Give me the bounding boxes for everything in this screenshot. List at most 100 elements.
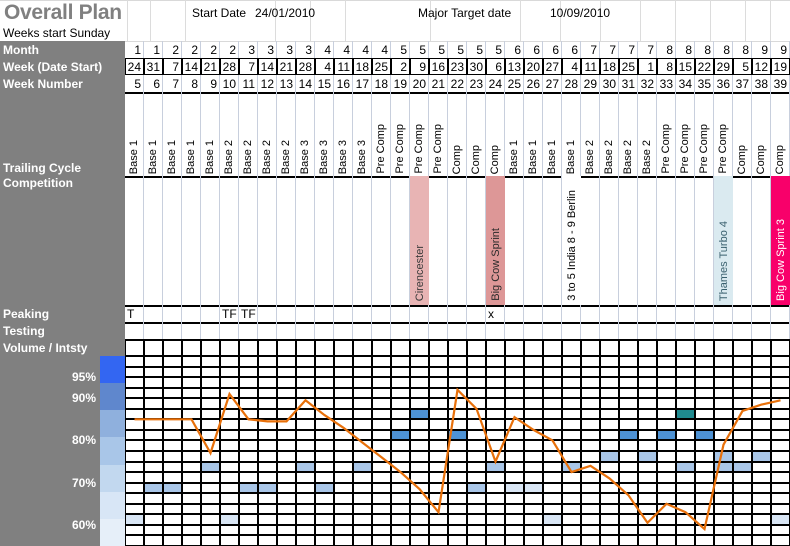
chart-grid-cell (258, 440, 277, 451)
chart-grid-cell (752, 535, 771, 546)
chart-grid-cell (296, 482, 315, 494)
chart-grid-cell (752, 440, 771, 451)
chart-grid-cell (562, 440, 581, 451)
testing-column-separator (542, 322, 543, 339)
chart-grid-cell (771, 503, 790, 515)
peaking-column-separator (656, 305, 657, 322)
chart-grid-cell (144, 503, 163, 515)
chart-grid-cell (125, 472, 144, 483)
chart-grid-cell (258, 493, 277, 504)
chart-grid-cell (334, 524, 353, 536)
volume-header-cell (258, 339, 277, 356)
row-label-testing: Testing (0, 322, 125, 339)
week-start-cell: 27 (543, 58, 562, 75)
chart-grid-cell (638, 503, 657, 515)
chart-grid-cell (505, 440, 524, 451)
training-cycle-cell: Comp (752, 92, 771, 176)
chart-grid-cell (220, 429, 239, 441)
peaking-column-separator (390, 305, 391, 322)
training-cycle-label: Pre Comp (660, 124, 672, 174)
chart-grid-cell (315, 503, 334, 515)
row-label-week-number: Week Number (0, 75, 125, 92)
chart-grid-cell (638, 493, 657, 504)
chart-grid-cell (391, 461, 410, 473)
chart-grid-cell (562, 429, 581, 441)
chart-grid-cell (714, 366, 733, 378)
competition-event: Big Cow Sprint (486, 176, 505, 305)
chart-grid-cell (353, 408, 372, 420)
chart-grid-cell (543, 493, 562, 504)
chart-grid-cell (220, 377, 239, 388)
chart-grid-cell (201, 440, 220, 451)
testing-column-separator (447, 322, 448, 339)
competition-column-separator (238, 176, 239, 305)
testing-column-separator (295, 322, 296, 339)
chart-grid-cell (562, 356, 581, 367)
title-row-separator (710, 0, 711, 41)
chart-grid-cell (239, 493, 258, 504)
training-cycle-label: Base 2 (622, 139, 634, 174)
chart-grid-cell (638, 482, 657, 494)
chart-grid-cell (771, 398, 790, 409)
chart-grid-cell (429, 356, 448, 367)
peaking-mark: T (127, 306, 135, 321)
chart-grid-cell (733, 429, 752, 441)
training-cycle-cell: Pre Comp (676, 92, 695, 176)
chart-grid-cell (619, 535, 638, 546)
testing-column-separator (523, 322, 524, 339)
chart-grid-cell (600, 429, 619, 441)
chart-grid-cell (771, 493, 790, 504)
chart-grid-cell (695, 356, 714, 367)
chart-grid-cell (448, 377, 467, 388)
chart-grid-cell (676, 398, 695, 409)
chart-grid-cell (372, 514, 391, 525)
peaking-column-separator (694, 305, 695, 322)
chart-grid-cell (163, 419, 182, 430)
chart-grid-cell (505, 356, 524, 367)
competition-column-separator (143, 176, 144, 305)
week-start-cell: 18 (353, 58, 372, 75)
chart-grid-cell (315, 440, 334, 451)
chart-grid-cell (562, 514, 581, 525)
chart-grid-cell (334, 440, 353, 451)
chart-grid-cell (733, 482, 752, 494)
chart-grid-cell (600, 472, 619, 483)
chart-grid-cell (410, 366, 429, 378)
chart-grid-cell (467, 461, 486, 473)
chart-grid-cell (771, 451, 790, 462)
chart-highlight-cell (468, 483, 485, 493)
chart-highlight-cell (411, 409, 428, 419)
chart-grid-cell (372, 524, 391, 536)
competition-event-label: Cirencester (413, 244, 426, 301)
chart-grid-cell (448, 366, 467, 378)
chart-grid-cell (657, 408, 676, 420)
chart-grid-cell (410, 503, 429, 515)
chart-grid-cell (676, 524, 695, 536)
chart-grid-cell (163, 493, 182, 504)
chart-grid-cell (296, 366, 315, 378)
chart-grid-cell (657, 387, 676, 399)
chart-grid-cell (448, 472, 467, 483)
chart-grid-cell (619, 514, 638, 525)
chart-grid-cell (410, 398, 429, 409)
chart-grid-cell (638, 524, 657, 536)
testing-column-separator (428, 322, 429, 339)
chart-grid-cell (277, 377, 296, 388)
testing-column-separator (504, 322, 505, 339)
chart-grid-cell (144, 356, 163, 367)
chart-grid-cell (239, 366, 258, 378)
chart-grid-cell (372, 419, 391, 430)
competition-column-separator (276, 176, 277, 305)
chart-grid-cell (448, 503, 467, 515)
chart-grid-cell (182, 503, 201, 515)
peaking-column-separator (751, 305, 752, 322)
start-date-value: 24/01/2010 (255, 6, 316, 20)
chart-grid-cell (581, 398, 600, 409)
chart-grid-cell (372, 387, 391, 399)
chart-grid-cell (733, 493, 752, 504)
chart-grid-cell (353, 503, 372, 515)
training-cycle-cell: Base 2 (581, 92, 600, 176)
chart-grid-cell (296, 387, 315, 399)
chart-grid-cell (410, 493, 429, 504)
chart-grid-cell (600, 377, 619, 388)
